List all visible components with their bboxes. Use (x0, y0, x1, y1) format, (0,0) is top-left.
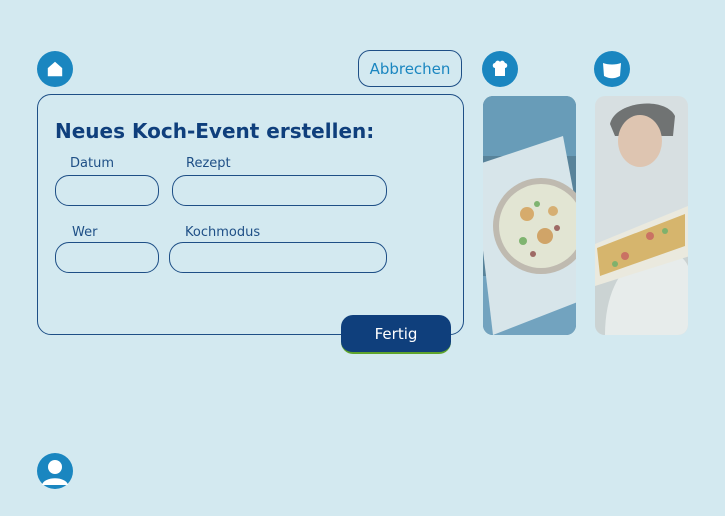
home-button[interactable] (37, 51, 73, 87)
chef-hat-button[interactable] (482, 51, 518, 87)
user-icon (42, 460, 68, 485)
chef-image (595, 96, 688, 335)
soup-photo[interactable] (483, 96, 576, 335)
create-event-form: Neues Koch-Event erstellen: Datum Rezept… (37, 94, 464, 335)
wer-label: Wer (72, 225, 98, 240)
kochmodus-label: Kochmodus (185, 225, 261, 240)
done-button[interactable]: Fertig (341, 315, 451, 354)
wer-input[interactable] (55, 242, 159, 273)
rezept-label: Rezept (186, 156, 231, 171)
cup-button[interactable] (594, 51, 630, 87)
cancel-button[interactable]: Abbrechen (358, 50, 462, 87)
home-icon (47, 61, 63, 77)
soup-image (483, 96, 576, 335)
datum-input[interactable] (55, 175, 159, 206)
form-title: Neues Koch-Event erstellen: (55, 119, 375, 143)
cup-icon (603, 63, 621, 79)
rezept-input[interactable] (172, 175, 387, 206)
profile-button[interactable] (37, 453, 73, 489)
chef-photo[interactable] (595, 96, 688, 335)
chef-hat-icon (492, 60, 508, 76)
kochmodus-input[interactable] (169, 242, 387, 273)
datum-label: Datum (70, 156, 114, 171)
